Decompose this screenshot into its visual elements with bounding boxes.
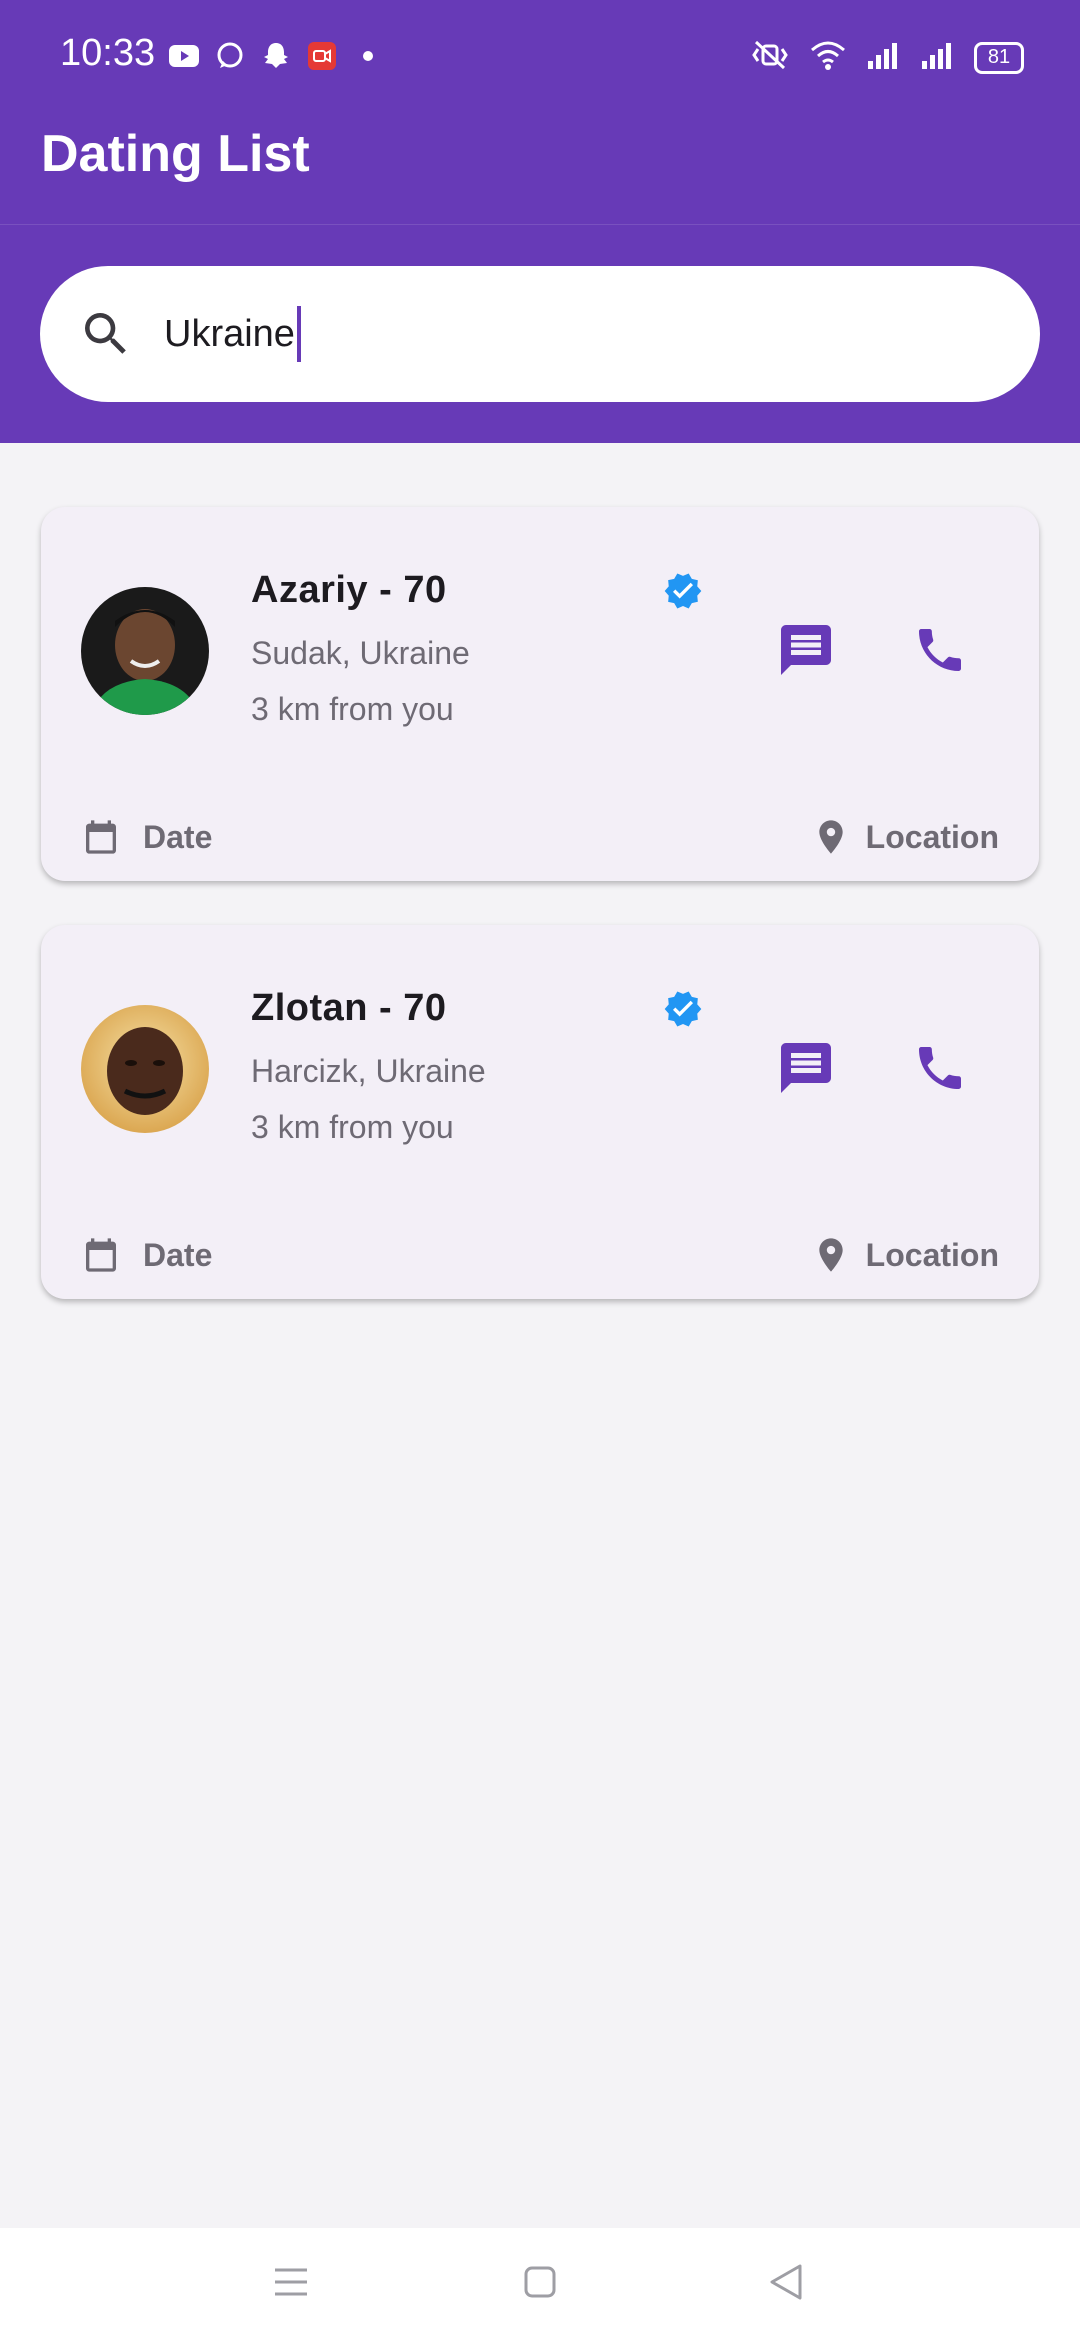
youtube-icon [168, 40, 200, 72]
profile-location: Harcizk, Ukraine [251, 1053, 486, 1089]
dot-icon [352, 40, 384, 72]
avatar[interactable] [81, 587, 209, 715]
date-label[interactable]: Date [143, 1237, 212, 1274]
profile-card[interactable]: Azariy - 70 Sudak, Ukraine 3 km from you… [41, 507, 1039, 881]
wifi-icon [810, 40, 846, 75]
app-bar: Dating List [0, 112, 1080, 225]
search-input[interactable]: Ukraine [164, 304, 301, 364]
profile-distance: 3 km from you [251, 1109, 454, 1145]
phone-icon [912, 622, 968, 683]
verified-badge-icon [663, 989, 703, 1029]
battery-icon: 81 [974, 41, 1024, 74]
search-icon [78, 306, 134, 362]
message-button[interactable] [771, 617, 841, 687]
location-label[interactable]: Location [866, 1237, 999, 1274]
screen-recorder-icon [306, 40, 338, 72]
location-pin-icon [811, 815, 851, 859]
calendar-icon [81, 1235, 121, 1275]
back-button[interactable] [762, 2260, 810, 2308]
message-icon [776, 1038, 836, 1103]
calendar-icon [81, 817, 121, 857]
avatar[interactable] [81, 1005, 209, 1133]
profile-distance: 3 km from you [251, 691, 454, 727]
home-icon [522, 2264, 558, 2305]
back-icon [766, 2262, 806, 2307]
page-title: Dating List [41, 125, 310, 183]
profile-card[interactable]: Zlotan - 70 Harcizk, Ukraine 3 km from y… [41, 925, 1039, 1299]
phone-icon [912, 1040, 968, 1101]
location-label[interactable]: Location [866, 819, 999, 856]
call-button[interactable] [905, 1035, 975, 1105]
search-bar[interactable]: Ukraine [40, 266, 1040, 402]
call-button[interactable] [905, 617, 975, 687]
location-pin-icon [811, 1233, 851, 1277]
text-cursor [296, 306, 301, 362]
search-area: Ukraine [0, 225, 1080, 443]
mute-vibrate-icon [750, 40, 790, 75]
signal-icon [866, 41, 900, 74]
message-icon [776, 620, 836, 685]
date-label[interactable]: Date [143, 819, 212, 856]
verified-badge-icon [663, 571, 703, 611]
status-time: 10:33 [60, 32, 156, 74]
profile-location: Sudak, Ukraine [251, 635, 470, 671]
signal-icon-2 [920, 41, 954, 74]
status-bar: 10:33 81 [0, 0, 1080, 112]
profile-name: Zlotan - 70 [251, 987, 447, 1029]
snapchat-icon [260, 40, 292, 72]
menu-button[interactable] [267, 2260, 315, 2308]
system-icons: 81 [750, 40, 1024, 75]
menu-icon [271, 2264, 311, 2305]
message-button[interactable] [771, 1035, 841, 1105]
system-nav-bar [0, 2228, 1080, 2340]
profile-name: Azariy - 70 [251, 569, 447, 611]
notification-icons [168, 40, 384, 72]
home-button[interactable] [516, 2260, 564, 2308]
search-input-value: Ukraine [164, 312, 295, 355]
whatsapp-icon [214, 40, 246, 72]
